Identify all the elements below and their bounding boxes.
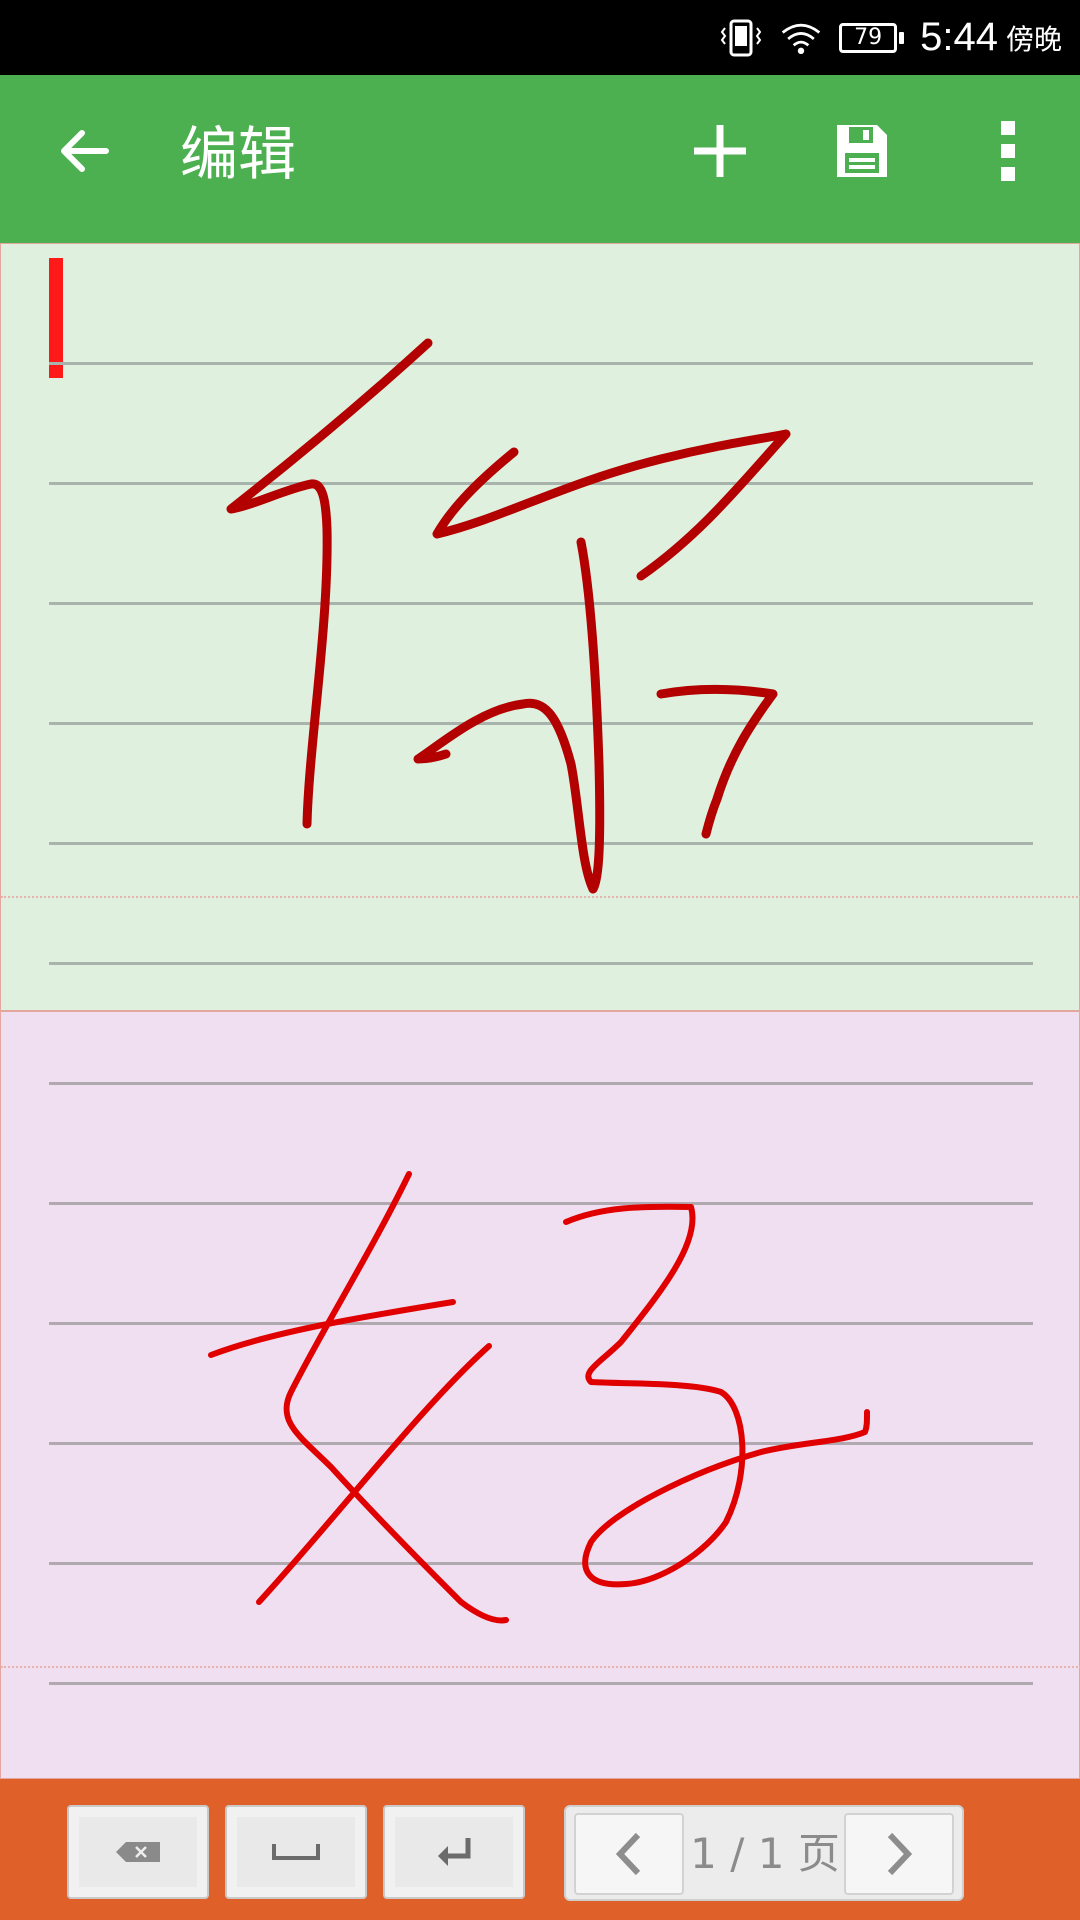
page-navigator: 1 / 1 页 xyxy=(564,1805,964,1901)
page-unit: 页 xyxy=(797,1829,840,1878)
backspace-icon xyxy=(116,1842,160,1862)
handwriting-ni xyxy=(226,338,791,894)
page-indicator: 1 / 1 页 xyxy=(690,1827,840,1881)
save-icon[interactable] xyxy=(832,121,892,181)
enter-icon xyxy=(438,1838,471,1866)
app-bar: 编辑 xyxy=(0,75,1080,243)
page-title: 编辑 xyxy=(180,120,297,188)
page-total: 1 xyxy=(757,1829,785,1878)
space-icon xyxy=(272,1844,320,1860)
writing-cell-top[interactable] xyxy=(0,243,1080,1011)
chevron-right-icon xyxy=(887,1832,913,1876)
status-bar: 79 5:44 傍晚 xyxy=(0,0,1080,75)
vibrate-icon xyxy=(719,16,763,60)
prev-page-button[interactable] xyxy=(574,1813,684,1895)
space-button[interactable] xyxy=(225,1805,367,1899)
backspace-button[interactable] xyxy=(67,1805,209,1899)
back-arrow-icon[interactable] xyxy=(56,123,112,179)
clock-period: 傍晚 xyxy=(1005,22,1062,56)
next-page-button[interactable] xyxy=(844,1813,954,1895)
battery-indicator: 79 xyxy=(839,22,905,53)
handwriting-hao xyxy=(208,1171,870,1624)
more-vert-icon[interactable] xyxy=(978,121,1038,181)
page-current: 1 xyxy=(690,1829,717,1878)
clock-time: 5:44 xyxy=(920,15,998,59)
enter-button[interactable] xyxy=(383,1805,525,1899)
battery-level: 79 xyxy=(839,22,898,53)
battery-tip xyxy=(899,31,905,44)
input-toolbar: 1 / 1 页 xyxy=(0,1779,1080,1920)
writing-cell-bottom[interactable] xyxy=(0,1011,1080,1779)
plus-icon[interactable] xyxy=(690,121,750,181)
wifi-icon xyxy=(779,16,823,60)
page-separator: / xyxy=(730,1829,745,1878)
chevron-left-icon xyxy=(615,1832,641,1876)
